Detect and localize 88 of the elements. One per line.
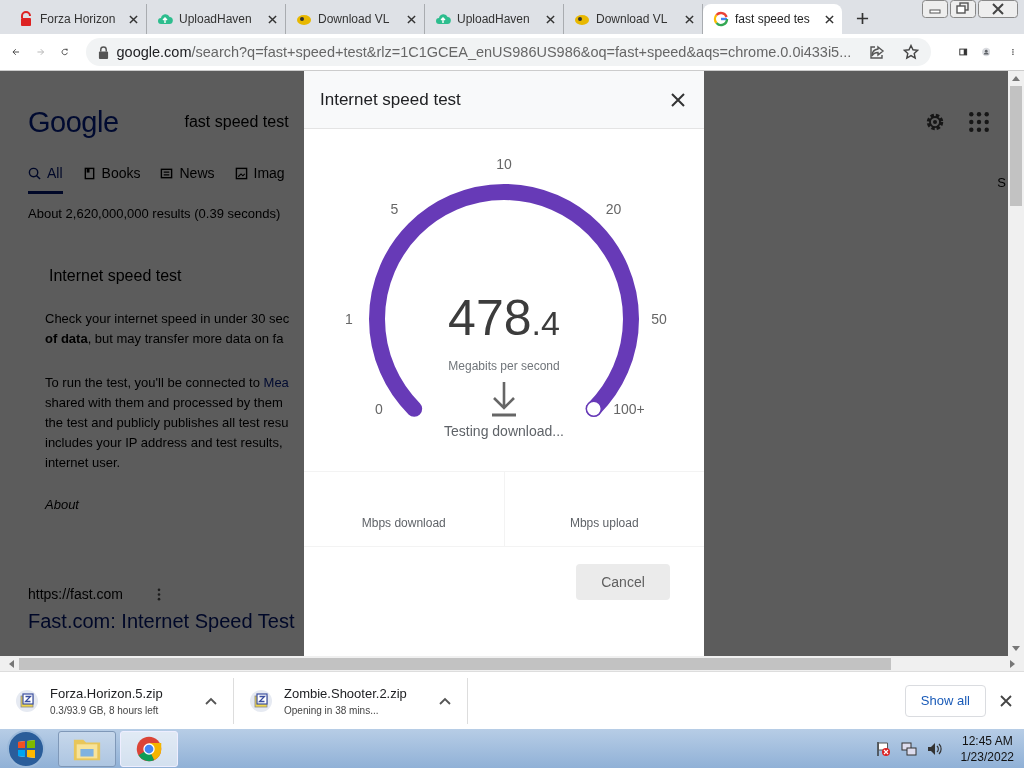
scroll-thumb[interactable] [19,657,891,670]
news-icon [160,166,174,180]
scale-label: 1 [345,311,353,327]
close-icon[interactable] [268,14,277,24]
share-icon[interactable] [869,44,886,60]
scroll-left-icon[interactable] [9,659,14,668]
speed-value: 478 [448,289,532,347]
stat-label: Mbps upload [569,516,639,530]
scroll-down-icon[interactable] [1012,646,1020,651]
browser-tab[interactable]: fast speed tes [703,4,842,34]
close-icon[interactable] [1000,694,1012,707]
close-icon[interactable] [978,0,1018,18]
close-icon[interactable] [825,14,834,24]
download-status: 0.3/93.9 GB, 8 hours left [50,704,160,716]
horizontal-scrollbar[interactable] [0,656,1024,671]
search-icon [28,166,41,180]
clock-time[interactable]: 12:45 AM [960,733,1014,749]
speaker-icon[interactable] [926,741,943,757]
scale-label: 5 [390,201,399,218]
book-icon [82,166,96,180]
close-icon[interactable] [407,14,416,24]
start-button-icon[interactable] [6,729,46,768]
scale-label: 0 [375,401,383,417]
status-text: Testing download... [444,423,564,439]
download-icon [491,381,517,417]
speed-decimal: .4 [531,304,560,343]
close-icon[interactable] [671,92,685,107]
scale-label: 20 [605,201,622,218]
more-options-icon[interactable] [156,587,161,601]
close-icon[interactable] [546,14,555,24]
file-name: Forza.Horizon.5.zip [50,685,164,701]
scale-label: 50 [651,311,667,327]
download-item[interactable]: Forza.Horizon.5.zip 0.3/93.9 GB, 8 hours left [0,677,234,724]
padlock-icon [97,45,109,59]
caret-icon[interactable] [205,696,217,705]
image-icon [234,166,248,180]
vertical-scrollbar[interactable] [1008,71,1024,656]
dialog-title: Internet speed test [320,89,461,110]
result-stats: About 2,620,000,000 results (0.39 seconds) [28,206,282,221]
url-text: google.com/search?q=fast+speed+test&rlz=1C1GCEA_enUS986US986&oq=fast+speed&aqs=chrome.0.0i433i5... [116,44,852,60]
scroll-right-icon[interactable] [1010,659,1015,668]
scale-label: 100+ [613,401,645,417]
cloud-icon [157,11,173,27]
unit-label: Megabits per second [448,359,560,373]
archive-file-icon [16,689,38,712]
browser-tab[interactable]: Download VL [286,4,425,34]
scroll-up-icon[interactable] [1012,76,1020,81]
star-icon[interactable] [903,44,920,60]
description-line: shared with them and processed by them [45,394,284,412]
card-title: Internet speed test [49,267,183,285]
scale-label: 10 [496,156,512,172]
stat-label: Mbps download [361,516,446,530]
description-line: Check your internet speed in under 30 sec [45,310,291,328]
browser-tab[interactable]: UploadHaven [425,4,564,34]
chrome-icon [134,735,164,763]
restore-icon[interactable] [950,0,976,18]
network-icon[interactable] [900,741,917,757]
close-icon[interactable] [129,14,138,24]
caret-icon[interactable] [439,696,451,705]
cut-off-text: S [997,175,1006,190]
new-tab-icon[interactable] [856,12,869,25]
browser-tab[interactable]: UploadHaven [147,4,286,34]
download-status: Opening in 38 mins... [284,704,380,716]
archive-file-icon [250,689,272,712]
google-icon [713,11,729,27]
padlock-icon [18,11,34,27]
description-line: includes your IP address and test results, [45,434,284,452]
description-line: of data, but may transfer more data on fa [45,330,285,348]
flag-alert-icon[interactable] [874,741,891,757]
description-line: internet user. [45,454,122,472]
minimize-icon[interactable] [922,0,948,18]
show-all-button[interactable]: Show all [904,684,986,717]
address-field[interactable]: google.com/search?q=fast+speed+test&rlz=1C1GCEA_enUS986US986&oq=fast+speed&aqs=chrome.0.0i433i5... [85,38,932,66]
result-url: https://fast.com [28,586,123,602]
description-line: the test and publicly publishes all test resu [45,414,290,432]
search-query: fast speed test [184,113,289,131]
google-logo: Google [28,105,119,139]
apps-grid-icon[interactable] [968,111,990,133]
cloud-icon [435,11,451,27]
clock-date[interactable]: 1/23/2022 [960,749,1014,765]
browser-tab[interactable]: Forza Horizon [8,4,147,34]
settings-icon[interactable] [924,111,946,133]
scroll-thumb[interactable] [1010,86,1022,206]
download-item[interactable]: Zombie.Shooter.2.zip Opening in 38 mins... [234,677,468,724]
description-line: To run the test, you'll be connected to Mea [45,374,290,392]
close-icon[interactable] [685,14,694,24]
cancel-button[interactable]: Cancel [576,564,670,600]
file-name: Zombie.Shooter.2.zip [284,685,408,701]
